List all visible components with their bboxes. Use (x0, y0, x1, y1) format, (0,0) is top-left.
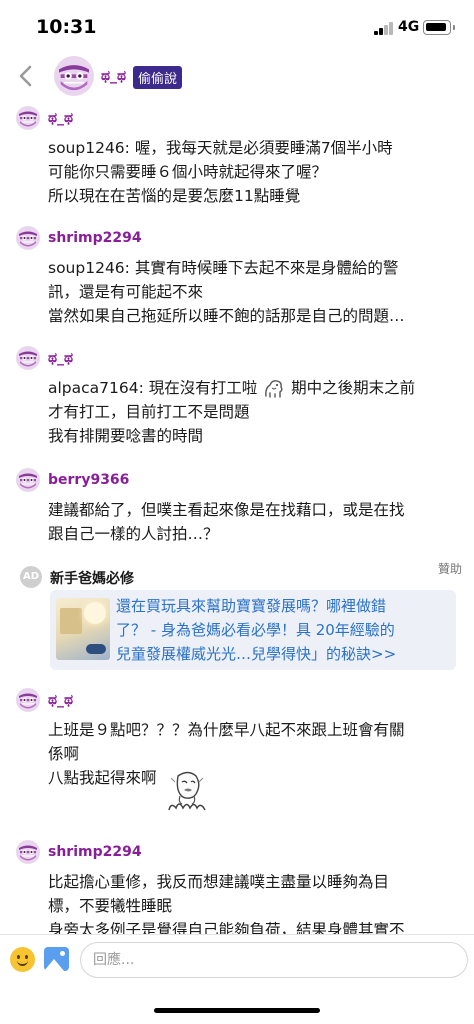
response-text: soup1246: 喔，我每天就是必須要睡滿7個半小時 可能你只需要睡６個小時就… (48, 136, 456, 208)
avatar[interactable] (16, 106, 40, 130)
response-line: 可能你只需要睡６個小時就起得來了喔？ (48, 163, 328, 181)
sponsored-ad[interactable]: AD 新手爸媽必修 贊助 還在買玩具來幫助寶寶發展嗎？哪裡做錯 了？ - 身為爸… (0, 558, 474, 678)
response-text: 上班是９點吧？？？為什麼早八起不來跟上班會有關 係啊 八點我起得來啊 (48, 718, 456, 822)
chevron-left-icon (19, 65, 32, 87)
response-line: 建議都給了，但噗主看起來像是在找藉口，或是在找 (48, 501, 405, 519)
response-author[interactable]: shrimp2294 (48, 230, 142, 246)
avatar[interactable] (16, 840, 40, 864)
avatar[interactable] (16, 468, 40, 492)
back-button[interactable] (14, 62, 38, 90)
response-line: 跟自己一樣的人討拍…？ (48, 525, 219, 543)
crying-face-sticker-icon (168, 771, 207, 811)
response-line: 身旁太多例子是覺得自己能夠負荷，結果身體其實不 (48, 921, 405, 934)
battery-tip (453, 25, 455, 30)
anonymous-badge: 偷偷說 (133, 66, 183, 89)
response-line: 訊，還是有可能起不來 (48, 283, 204, 301)
response-line-part: alpaca7164: 現在沒有打工啦 (48, 379, 258, 397)
response-author[interactable]: shrimp2294 (48, 844, 142, 860)
response-line: 所以現在在苦惱的是要怎麼11點睡覺 (48, 187, 301, 205)
response-text: 比起擔心重修，我反而想建議噗主盡量以睡夠為目 標，不要犧牲睡眠 身旁太多例子是覺… (48, 870, 456, 934)
response-author[interactable]: ಥ_ಥ (48, 350, 73, 366)
response-line: 當然如果自己拖延所以睡不飽的話那是自己的問題… (48, 307, 405, 325)
reply-bar (0, 935, 474, 985)
response-feed[interactable]: ಥ_ಥ soup1246: 喔，我每天就是必須要睡滿7個半小時 可能你只需要睡６… (0, 100, 474, 934)
status-time: 10:31 (36, 16, 97, 38)
response-line: 上班是９點吧？？？為什麼早八起不來跟上班會有關 (48, 721, 405, 739)
status-bar: 10:31 4G (0, 0, 474, 56)
ad-link[interactable]: 還在買玩具來幫助寶寶發展嗎？哪裡做錯 了？ - 身為爸媽必看必學！具 20年經驗… (116, 594, 452, 666)
response-line: 我有排開要唸書的時間 (48, 427, 204, 445)
response-item: shrimp2294 比起擔心重修，我反而想建議噗主盡量以睡夠為目 標，不要犧牲… (0, 838, 474, 934)
response-line-part: 八點我起得來啊 (48, 769, 157, 787)
response-line: soup1246: 喔，我每天就是必須要睡滿7個半小時 (48, 139, 393, 157)
response-item: shrimp2294 soup1246: 其實有時候睡下去起不來是身體給的警 訊… (0, 224, 474, 328)
response-text: soup1246: 其實有時候睡下去起不來是身體給的警 訊，還是有可能起不來 當… (48, 256, 456, 328)
response-line: 八點我起得來啊 (48, 766, 456, 822)
response-item: ಥ_ಥ soup1246: 喔，我每天就是必須要睡滿7個半小時 可能你只需要睡６… (0, 104, 474, 208)
response-author[interactable]: berry9366 (48, 472, 129, 488)
response-line: alpaca7164: 現在沒有打工啦 期中之後期末之前 (48, 376, 456, 400)
author-avatar[interactable] (54, 56, 94, 96)
sponsored-label: 贊助 (438, 562, 463, 576)
response-text: alpaca7164: 現在沒有打工啦 期中之後期末之前 才有打工，目前打工不是… (48, 376, 456, 448)
smiley-icon[interactable] (10, 947, 35, 972)
avatar[interactable] (16, 346, 40, 370)
battery-icon (423, 20, 451, 35)
ad-link-line[interactable]: 了？ - 身為爸媽必看必學！具 20年經驗的 (116, 618, 452, 642)
response-line-part: 期中之後期末之前 (291, 379, 416, 397)
response-line: 係啊 (48, 745, 80, 763)
home-indicator[interactable] (154, 1008, 320, 1013)
response-text: 建議都給了，但噗主看起來像是在找藉口，或是在找 跟自己一樣的人討拍…？ (48, 498, 456, 546)
dinosaur-sticker-icon (265, 379, 283, 398)
ad-link-line[interactable]: 還在買玩具來幫助寶寶發展嗎？哪裡做錯 (116, 594, 452, 618)
network-label: 4G (398, 19, 420, 35)
response-line: soup1246: 其實有時候睡下去起不來是身體給的警 (48, 259, 399, 277)
response-line: 才有打工，目前打工不是問題 (48, 403, 250, 421)
response-line: 標，不要犧牲睡眠 (48, 897, 173, 915)
ad-link-line[interactable]: 兒童發展權威光光…兒學得快」的秘訣>> (116, 642, 452, 666)
response-author[interactable]: ಥ_ಥ (48, 110, 73, 126)
response-author[interactable]: ಥ_ಥ (48, 692, 73, 708)
ad-card[interactable]: 還在買玩具來幫助寶寶發展嗎？哪裡做錯 了？ - 身為爸媽必看必學！具 20年經驗… (50, 590, 456, 670)
avatar[interactable] (16, 688, 40, 712)
author-name[interactable]: ಥ_ಥ (101, 68, 126, 84)
ad-title[interactable]: 新手爸媽必修 (50, 568, 134, 588)
avatar[interactable] (16, 226, 40, 250)
reply-input[interactable] (80, 942, 468, 978)
cellular-signal-icon (374, 22, 394, 35)
response-item: berry9366 建議都給了，但噗主看起來像是在找藉口，或是在找 跟自己一樣的… (0, 466, 474, 546)
image-icon[interactable] (44, 947, 69, 971)
ad-icon: AD (20, 566, 42, 588)
response-line: 比起擔心重修，我反而想建議噗主盡量以睡夠為目 (48, 873, 390, 891)
response-item: ಥ_ಥ 上班是９點吧？？？為什麼早八起不來跟上班會有關 係啊 八點我起得來啊 (0, 686, 474, 822)
post-header: ಥ_ಥ 偷偷說 (0, 54, 474, 100)
ad-thumbnail[interactable] (56, 598, 110, 660)
response-item: ಥ_ಥ alpaca7164: 現在沒有打工啦 期中之後期末之前 才有打工，目前… (0, 344, 474, 448)
